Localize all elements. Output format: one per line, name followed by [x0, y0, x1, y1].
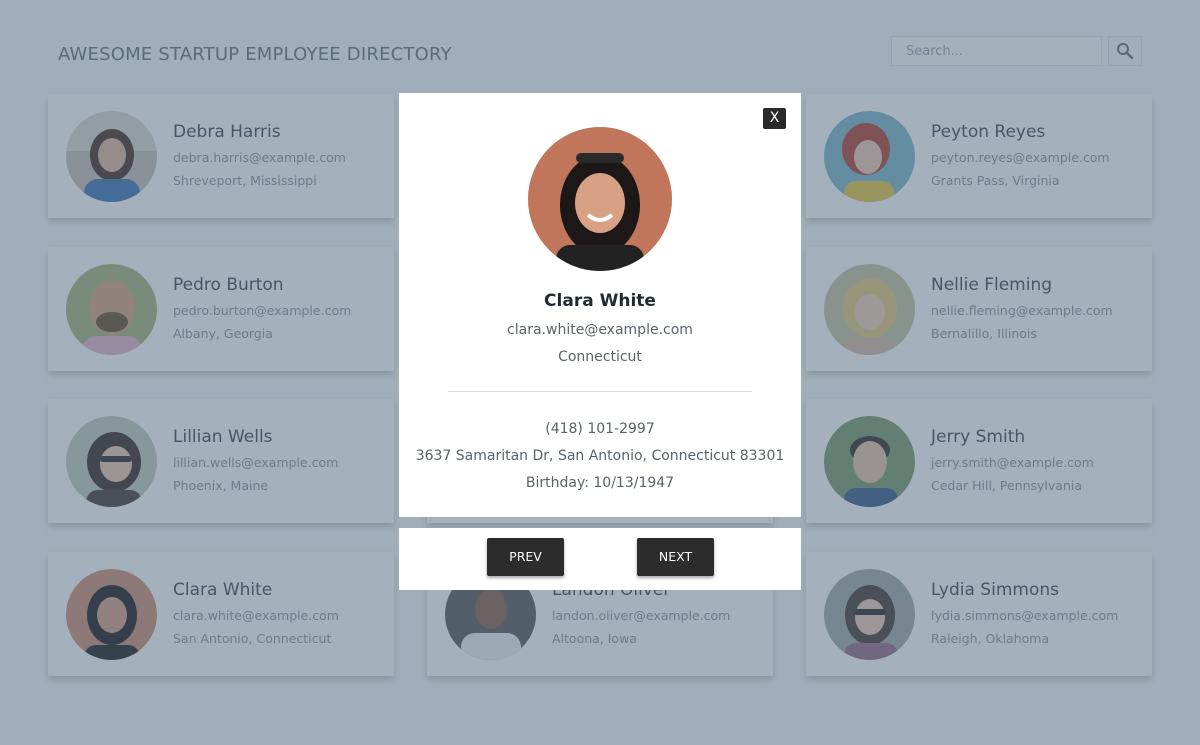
- modal-birthday: Birthday: 10/13/1947: [525, 475, 675, 491]
- close-button[interactable]: X: [763, 108, 786, 129]
- modal-phone: (418) 101-2997: [545, 421, 655, 437]
- prev-button[interactable]: PREV: [487, 538, 564, 576]
- modal-avatar: [528, 127, 672, 271]
- modal-email: clara.white@example.com: [507, 322, 693, 338]
- next-button[interactable]: NEXT: [637, 538, 714, 576]
- divider: [448, 391, 752, 392]
- modal-name: Clara White: [544, 291, 656, 311]
- modal-navigation: PREV NEXT: [399, 528, 801, 590]
- employee-modal: X Clara White clara.white@example.com Co…: [399, 93, 801, 517]
- employee-directory-page: AWESOME STARTUP EMPLOYEE DIRECTORY Debra…: [0, 0, 1200, 745]
- modal-city: Connecticut: [558, 349, 642, 365]
- modal-address: 3637 Samaritan Dr, San Antonio, Connecti…: [415, 448, 785, 464]
